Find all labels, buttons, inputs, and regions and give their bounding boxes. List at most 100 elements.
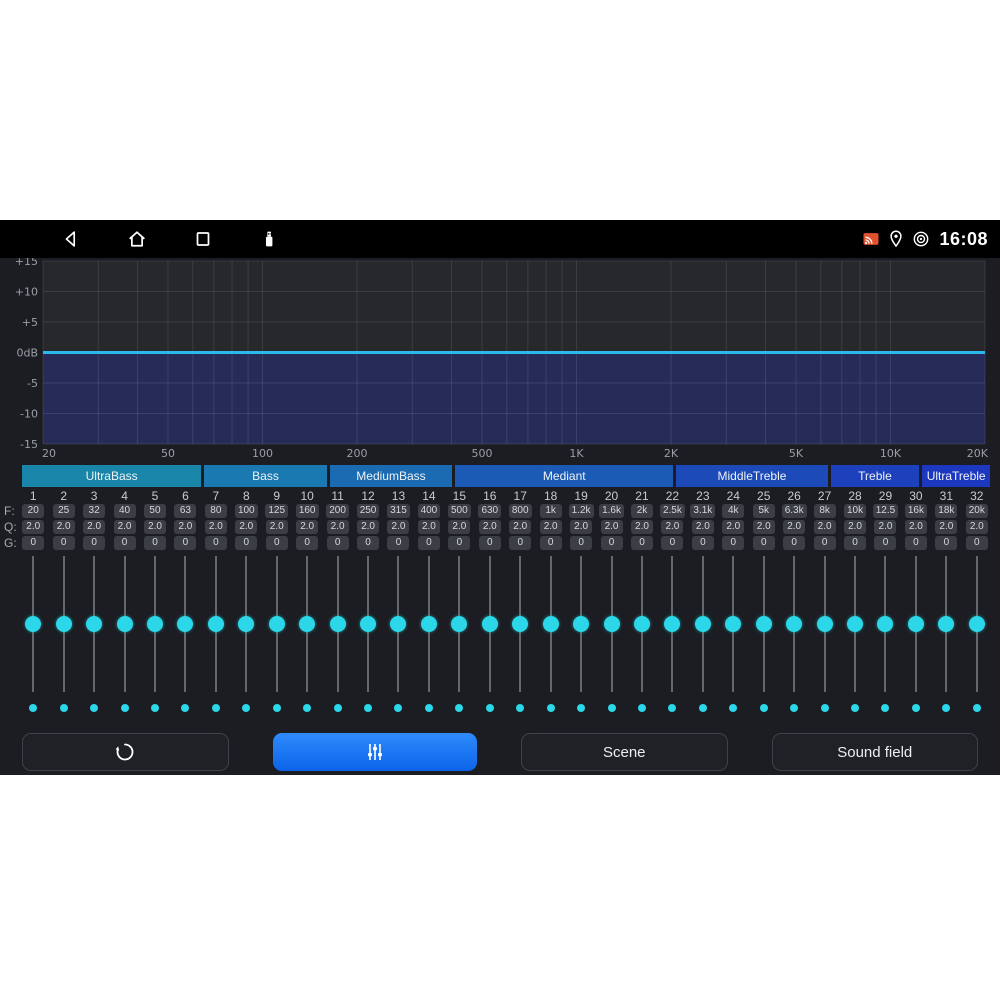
- gain-slider[interactable]: [450, 556, 468, 692]
- q-chip: 2.0: [327, 520, 349, 534]
- slider-knob[interactable]: [786, 616, 802, 632]
- band-middletreble[interactable]: MiddleTreble: [676, 465, 827, 487]
- gain-slider[interactable]: [633, 556, 651, 692]
- slider-knob[interactable]: [817, 616, 833, 632]
- channel-number: 21: [635, 489, 648, 504]
- slider-knob[interactable]: [573, 616, 589, 632]
- eq-channel-column: 2252.00: [48, 489, 78, 712]
- slider-knob[interactable]: [208, 616, 224, 632]
- slider-knob[interactable]: [938, 616, 954, 632]
- channel-number: 10: [300, 489, 313, 504]
- band-bass[interactable]: Bass: [204, 465, 326, 487]
- q-chip: 2.0: [509, 520, 531, 534]
- slider-knob[interactable]: [908, 616, 924, 632]
- home-icon[interactable]: [126, 228, 148, 250]
- slider-knob[interactable]: [543, 616, 559, 632]
- gain-slider[interactable]: [146, 556, 164, 692]
- gain-slider[interactable]: [359, 556, 377, 692]
- slider-knob[interactable]: [25, 616, 41, 632]
- slider-knob[interactable]: [330, 616, 346, 632]
- gain-slider[interactable]: [968, 556, 986, 692]
- sound-field-button[interactable]: Sound field: [772, 733, 979, 771]
- band-mediumbass[interactable]: MediumBass: [330, 465, 452, 487]
- band-ultratreble[interactable]: UltraTreble: [922, 465, 990, 487]
- gain-slider[interactable]: [207, 556, 225, 692]
- slider-knob[interactable]: [604, 616, 620, 632]
- gain-slider[interactable]: [298, 556, 316, 692]
- eq-channel-column: 181k2.00: [535, 489, 565, 712]
- gain-slider[interactable]: [511, 556, 529, 692]
- gain-slider[interactable]: [694, 556, 712, 692]
- slider-knob[interactable]: [117, 616, 133, 632]
- slider-knob[interactable]: [421, 616, 437, 632]
- gain-slider[interactable]: [55, 556, 73, 692]
- slider-knob[interactable]: [451, 616, 467, 632]
- reset-button[interactable]: [22, 733, 229, 771]
- gain-slider[interactable]: [603, 556, 621, 692]
- slider-knob[interactable]: [360, 616, 376, 632]
- band-ultrabass[interactable]: UltraBass: [22, 465, 201, 487]
- slider-knob[interactable]: [238, 616, 254, 632]
- slider-knob[interactable]: [512, 616, 528, 632]
- band-label: Bass: [252, 469, 279, 483]
- gain-slider[interactable]: [907, 556, 925, 692]
- channel-number: 3: [91, 489, 98, 504]
- slider-knob[interactable]: [847, 616, 863, 632]
- gain-slider[interactable]: [816, 556, 834, 692]
- gain-slider[interactable]: [268, 556, 286, 692]
- slider-knob[interactable]: [756, 616, 772, 632]
- gain-slider[interactable]: [420, 556, 438, 692]
- gain-slider[interactable]: [237, 556, 255, 692]
- band-label: UltraTreble: [927, 469, 986, 483]
- svg-text:-5: -5: [27, 377, 38, 390]
- slider-knob[interactable]: [482, 616, 498, 632]
- slider-knob[interactable]: [877, 616, 893, 632]
- gain-slider[interactable]: [846, 556, 864, 692]
- slider-knob[interactable]: [299, 616, 315, 632]
- gain-slider[interactable]: [663, 556, 681, 692]
- svg-text:10K: 10K: [880, 447, 902, 460]
- gain-slider[interactable]: [116, 556, 134, 692]
- slider-knob[interactable]: [634, 616, 650, 632]
- gain-slider[interactable]: [176, 556, 194, 692]
- gain-slider[interactable]: [329, 556, 347, 692]
- slider-knob[interactable]: [695, 616, 711, 632]
- band-treble[interactable]: Treble: [831, 465, 920, 487]
- gain-slider[interactable]: [937, 556, 955, 692]
- gain-chip: 0: [418, 536, 440, 550]
- slider-knob[interactable]: [86, 616, 102, 632]
- gain-slider[interactable]: [876, 556, 894, 692]
- gain-slider[interactable]: [389, 556, 407, 692]
- slider-knob[interactable]: [147, 616, 163, 632]
- scene-button-label: Scene: [603, 744, 646, 761]
- slider-knob[interactable]: [664, 616, 680, 632]
- eq-channel-column: 201.6k2.00: [596, 489, 626, 712]
- gain-slider[interactable]: [572, 556, 590, 692]
- slider-knob[interactable]: [177, 616, 193, 632]
- channel-dot: [455, 704, 463, 712]
- slider-knob[interactable]: [390, 616, 406, 632]
- gain-slider[interactable]: [85, 556, 103, 692]
- gain-slider[interactable]: [724, 556, 742, 692]
- slider-knob[interactable]: [725, 616, 741, 632]
- q-chip: 2.0: [114, 520, 136, 534]
- usb-icon[interactable]: [258, 228, 280, 250]
- gain-slider[interactable]: [785, 556, 803, 692]
- band-mediant[interactable]: Mediant: [455, 465, 673, 487]
- channel-dot: [547, 704, 555, 712]
- equalizer-tab-button[interactable]: [273, 733, 478, 771]
- slider-knob[interactable]: [56, 616, 72, 632]
- scene-button[interactable]: Scene: [521, 733, 728, 771]
- gain-slider[interactable]: [481, 556, 499, 692]
- gain-slider[interactable]: [24, 556, 42, 692]
- back-icon[interactable]: [60, 228, 82, 250]
- gain-slider[interactable]: [755, 556, 773, 692]
- recents-icon[interactable]: [192, 228, 214, 250]
- eq-sliders-icon: [363, 740, 387, 764]
- slider-knob[interactable]: [969, 616, 985, 632]
- channel-dot: [851, 704, 859, 712]
- slider-knob[interactable]: [269, 616, 285, 632]
- channel-number: 9: [273, 489, 280, 504]
- band-label: Treble: [858, 469, 892, 483]
- gain-slider[interactable]: [542, 556, 560, 692]
